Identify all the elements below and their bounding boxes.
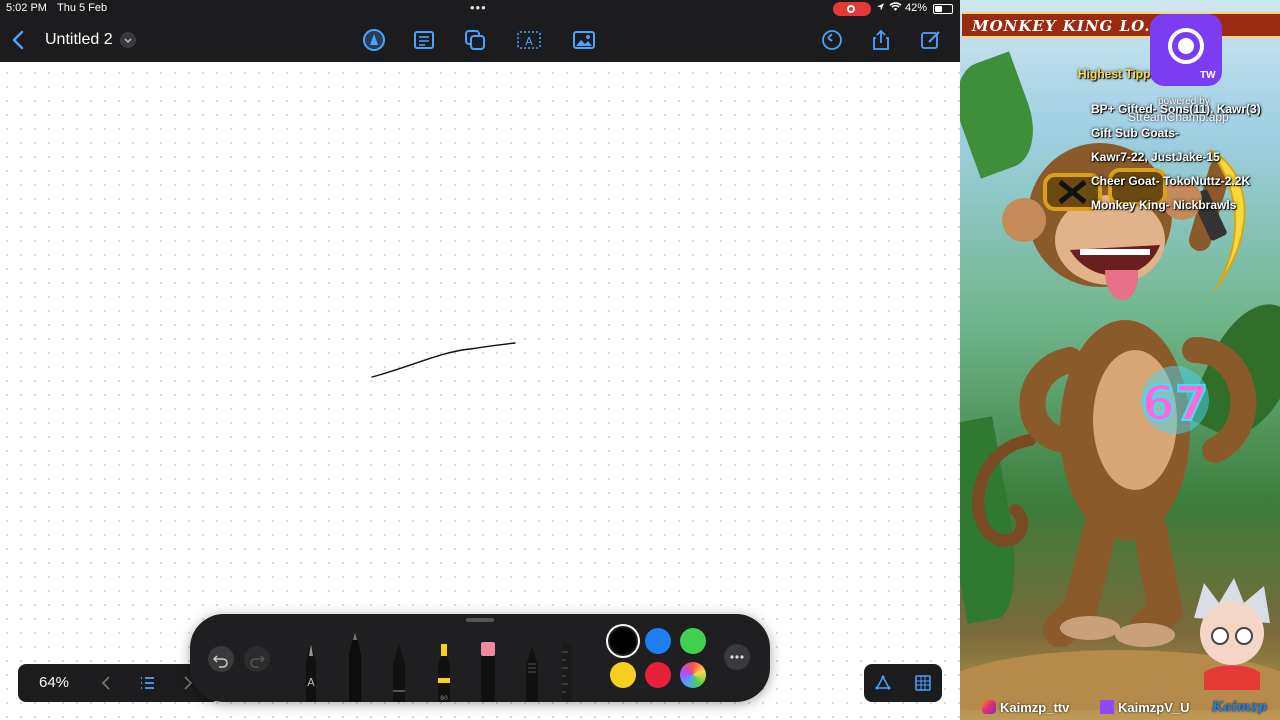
powered-by-text: powered by [1158, 96, 1210, 107]
color-swatch-green[interactable] [680, 628, 706, 654]
canvas-options-controls [864, 664, 942, 702]
location-icon [876, 3, 885, 11]
highlighter-tool[interactable]: 80 [433, 642, 455, 702]
text-box-icon[interactable]: A [516, 27, 542, 53]
instagram-handle: Kaimzp_ttv [1000, 700, 1070, 715]
pencil-tool[interactable] [388, 642, 410, 702]
pen-tool[interactable] [344, 628, 366, 702]
color-swatch-black[interactable] [610, 628, 636, 654]
multitask-dots-icon[interactable]: ••• [470, 0, 487, 15]
chest-number: 67 [1142, 376, 1209, 432]
streamchamp-badge: TW [1150, 14, 1222, 86]
redo-button[interactable] [244, 646, 270, 672]
zoom-level[interactable]: 64% [28, 674, 80, 691]
undo-icon [212, 655, 228, 668]
redo-icon [250, 655, 266, 668]
instagram-icon [982, 700, 996, 714]
svg-text:A: A [525, 35, 533, 48]
ellipsis-icon [730, 655, 744, 659]
cheer-goat-text: Cheer Goat- TokoNuttz-2.2K [1091, 174, 1251, 188]
status-bar: 5:02 PM Thu 5 Feb ••• 42% [0, 0, 960, 18]
fountain-pen-tool[interactable]: A [300, 640, 322, 702]
status-date: Thu 5 Feb [57, 2, 108, 14]
title-menu-chevron-icon[interactable] [120, 32, 136, 48]
undo-button[interactable] [208, 646, 234, 672]
battery-icon [933, 4, 953, 14]
highlighter-label: 80 [440, 695, 448, 702]
compose-icon[interactable] [919, 28, 943, 52]
signature: Kaimzp [1212, 700, 1267, 715]
twitch-icon [1100, 700, 1114, 714]
shape-recognition-icon[interactable] [873, 673, 893, 693]
color-picker-wheel[interactable] [680, 662, 706, 688]
streamchamp-url: StreamChamp.app [1128, 110, 1229, 124]
eraser-tool[interactable] [477, 640, 499, 702]
pencil-toolbar: A 80 [190, 614, 770, 702]
wifi-icon [889, 2, 902, 11]
badge-label: TW [1200, 70, 1216, 81]
history-icon[interactable] [820, 28, 844, 52]
page-template-icon[interactable] [913, 673, 933, 693]
share-icon[interactable] [869, 28, 893, 52]
toolbar-grab-handle[interactable] [466, 618, 494, 622]
image-icon[interactable] [571, 27, 597, 53]
shapes-icon[interactable] [462, 27, 488, 53]
battery-level [935, 6, 942, 12]
battery-percent: 42% [905, 2, 928, 14]
color-swatch-blue[interactable] [645, 628, 671, 654]
notes-app: 5:02 PM Thu 5 Feb ••• 42% Untitled 2 A 6… [0, 0, 960, 720]
top-toolbar: 5:02 PM Thu 5 Feb ••• 42% Untitled 2 A [0, 0, 960, 62]
prev-page-icon[interactable] [97, 673, 117, 693]
pencil-tool-icon[interactable] [361, 27, 387, 53]
twitch-handle: KaimzpV_U [1118, 700, 1190, 715]
screen-recording-icon[interactable] [833, 2, 871, 16]
monkey-king-text: Monkey King- Nickbrawls [1091, 198, 1237, 212]
gift-sub-goats-names: Kawr7-22, JustJake-15 [1091, 150, 1220, 164]
note-icon[interactable] [411, 27, 437, 53]
pen-label: A [307, 676, 315, 689]
stream-overlay: 67 MONKEY KING LO... 'ALL! Highest Tipp.… [960, 0, 1280, 720]
color-swatch-yellow[interactable] [610, 662, 636, 688]
color-swatch-red[interactable] [645, 662, 671, 688]
more-options-button[interactable] [724, 644, 750, 670]
lasso-tool[interactable] [521, 644, 543, 702]
stream-title-banner: MONKEY KING LO... 'ALL! [962, 12, 1280, 38]
status-time: 5:02 PM [6, 2, 47, 14]
document-title[interactable]: Untitled 2 [45, 31, 113, 49]
page-list-icon[interactable] [137, 673, 157, 693]
record-dot-icon [1178, 38, 1194, 54]
gift-sub-goats-label: Gift Sub Goats- [1091, 126, 1179, 140]
back-chevron-icon[interactable] [8, 28, 30, 52]
chibi-avatar [1194, 578, 1270, 690]
ink-stroke [371, 342, 516, 378]
ruler-tool[interactable] [560, 642, 574, 702]
